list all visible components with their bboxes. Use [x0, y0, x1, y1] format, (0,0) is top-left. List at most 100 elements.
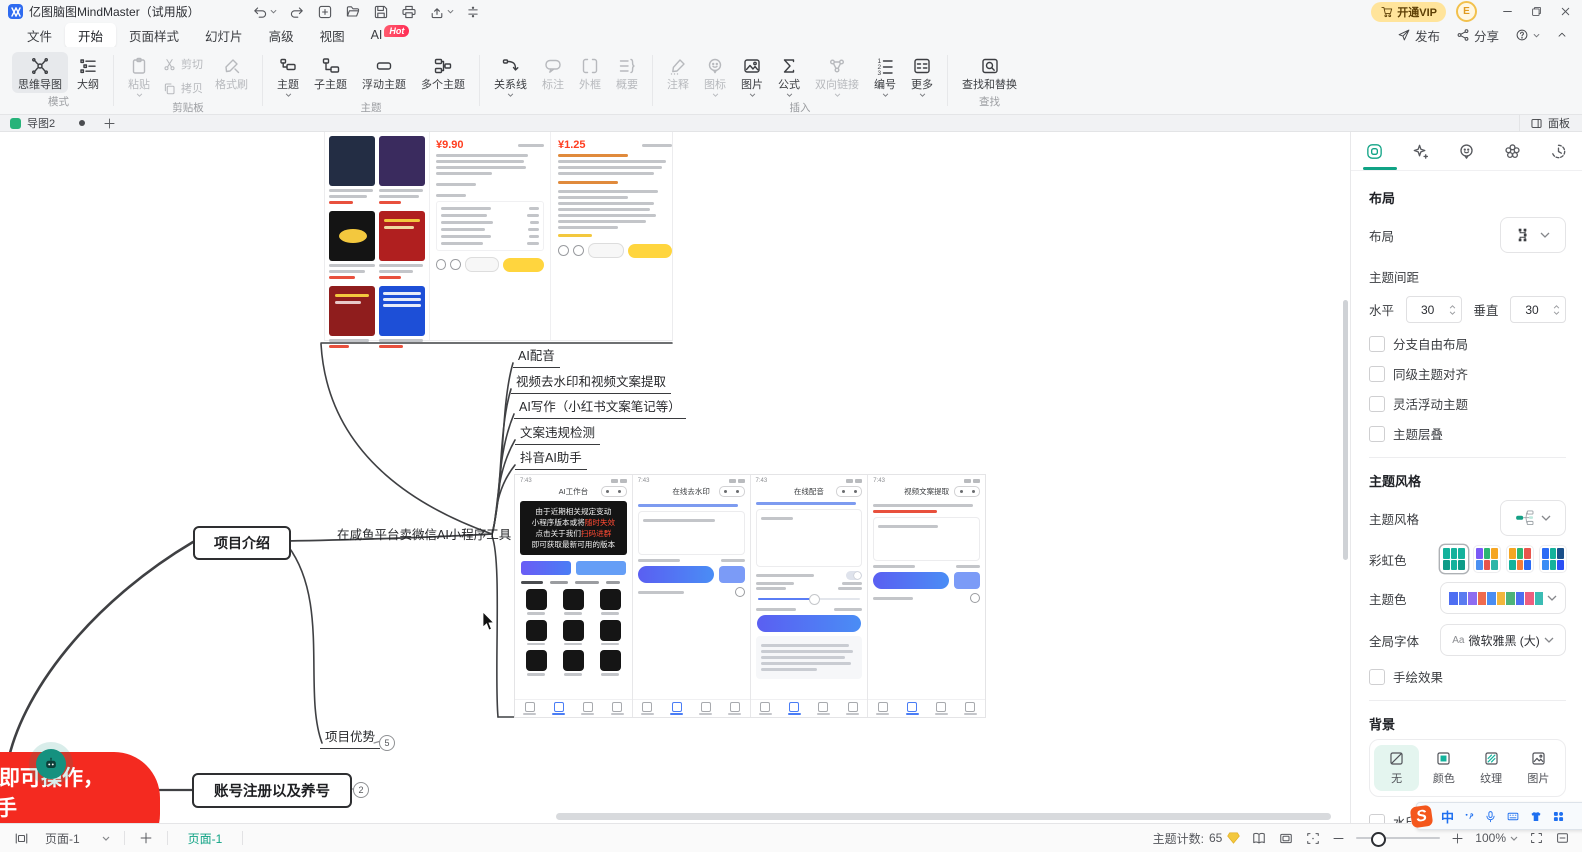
subtopic-douyin-assistant[interactable]: 抖音AI助手	[515, 447, 587, 470]
panel-tab-layout[interactable]	[1357, 142, 1391, 161]
summary-button[interactable]: 概要	[610, 52, 644, 93]
global-font-dropdown[interactable]: Aa 微软雅黑 (大)	[1440, 624, 1566, 656]
zoom-slider-knob[interactable]	[1371, 832, 1386, 847]
checkbox-flexible-floating-topic[interactable]: 灵活浮动主题	[1369, 394, 1566, 413]
format-painter-button[interactable]: 格式刷	[209, 52, 254, 93]
publish-button[interactable]: 发布	[1397, 26, 1440, 45]
subtopic-ai-writing[interactable]: AI写作（小红书文案笔记等）	[514, 396, 686, 419]
sogou-logo-icon[interactable]: S	[1410, 804, 1434, 828]
document-tab[interactable]: 导图2	[0, 115, 65, 131]
panel-tab-history[interactable]	[1542, 142, 1576, 161]
topic-sell-on-xianyu[interactable]: 在咸鱼平台卖微信AI小程序工具	[337, 524, 511, 543]
share-button[interactable]: 分享	[1456, 26, 1499, 45]
print-button[interactable]	[401, 4, 417, 20]
topic-account-registration[interactable]: 账号注册以及养号	[192, 773, 352, 808]
listing-screenshots-node[interactable]: ¥9.90 ¥1.25	[325, 132, 672, 340]
ime-microphone-button[interactable]	[1484, 810, 1497, 823]
menu-tab-page-style[interactable]: 页面样式	[116, 23, 192, 48]
background-color-option[interactable]: 颜色	[1421, 745, 1466, 791]
topic-button[interactable]: 主题	[271, 52, 305, 99]
panel-tab-theme[interactable]	[1496, 142, 1530, 161]
vertical-spacing-stepper[interactable]: 30	[1510, 296, 1566, 323]
marker-icon-button[interactable]: 图标	[698, 52, 732, 99]
menu-tab-view[interactable]: 视图	[307, 23, 358, 48]
numbering-button[interactable]: 123 编号	[868, 52, 902, 99]
horizontal-scrollbar[interactable]	[556, 813, 1331, 820]
multiple-topics-button[interactable]: 多个主题	[415, 52, 471, 93]
zoom-in-button[interactable]	[1451, 832, 1464, 845]
rainbow-swatch-multi-2[interactable]	[1507, 546, 1533, 572]
formula-button[interactable]: 公式	[772, 52, 806, 99]
horizontal-spacing-stepper[interactable]: 30	[1406, 296, 1462, 323]
zoom-slider[interactable]	[1356, 837, 1440, 839]
copy-button[interactable]: 拷贝	[159, 79, 206, 97]
window-restore-button[interactable]	[1530, 5, 1543, 18]
add-page-button[interactable]	[131, 831, 161, 845]
new-document-tab-button[interactable]	[103, 117, 116, 130]
export-button[interactable]	[429, 4, 454, 20]
callout-button[interactable]: 标注	[536, 52, 570, 93]
collapsed-count-badge[interactable]: 5	[379, 735, 395, 751]
pages-view-button[interactable]	[1251, 831, 1267, 846]
background-image-option[interactable]: 图片	[1516, 745, 1561, 791]
user-avatar[interactable]: E	[1456, 1, 1477, 22]
background-none-option[interactable]: 无	[1374, 745, 1419, 791]
window-close-button[interactable]	[1559, 5, 1572, 18]
save-button[interactable]	[373, 4, 389, 20]
ime-language-mode[interactable]: 中	[1441, 807, 1454, 826]
subtopic-button[interactable]: 子主题	[308, 52, 353, 93]
subtopic-compliance-check[interactable]: 文案违规检测	[515, 422, 600, 445]
redo-button[interactable]	[289, 4, 305, 20]
ime-skin-button[interactable]	[1529, 810, 1543, 823]
rainbow-swatch-mono[interactable]	[1441, 546, 1467, 572]
mindmap-canvas[interactable]: ¥9.90 ¥1.25 AI配音 视频去水印和	[0, 132, 1350, 824]
layout-dropdown[interactable]	[1500, 217, 1566, 253]
menu-tab-home[interactable]: 开始	[65, 23, 116, 48]
collapse-ribbon-button[interactable]	[1556, 29, 1568, 41]
more-insert-button[interactable]: 更多	[905, 52, 939, 99]
panel-tab-sticker[interactable]	[1449, 142, 1483, 161]
window-minimize-button[interactable]	[1501, 5, 1514, 18]
cut-button[interactable]: 剪切	[159, 55, 206, 73]
page-panel-toggle-button[interactable]	[6, 831, 37, 846]
insert-image-button[interactable]: 图片	[735, 52, 769, 99]
boundary-button[interactable]: 外框	[573, 52, 607, 93]
menu-tab-slides[interactable]: 幻灯片	[192, 23, 256, 48]
checkbox-sibling-alignment[interactable]: 同级主题对齐	[1369, 364, 1566, 383]
checkbox-topic-overlap[interactable]: 主题层叠	[1369, 424, 1566, 443]
phone-screenshots-node[interactable]: 7:43 AI工作台 由于近期相关规定变动 小程序版本或将随时失效 点击关于我们…	[515, 475, 985, 717]
topic-project-advantage[interactable]: 项目优势	[320, 726, 380, 749]
slide-preview-button[interactable]	[1278, 831, 1294, 846]
page-tab-active[interactable]: 页面-1	[174, 830, 237, 847]
ime-punctuation-button[interactable]	[1463, 810, 1475, 822]
background-texture-option[interactable]: 纹理	[1469, 745, 1514, 791]
checkbox-hand-drawn[interactable]: 手绘效果	[1369, 667, 1566, 686]
ai-assistant-button[interactable]	[36, 749, 66, 779]
panel-toggle-button[interactable]: 面板	[1519, 115, 1582, 131]
floating-topic-button[interactable]: 浮动主题	[356, 52, 412, 93]
rainbow-swatch-blue[interactable]	[1540, 546, 1566, 572]
ime-keyboard-button[interactable]	[1506, 810, 1520, 823]
find-replace-button[interactable]: 查找和替换	[956, 52, 1023, 93]
note-button[interactable]: 注释	[661, 52, 695, 93]
bidirectional-link-button[interactable]: 双向链接	[809, 52, 865, 99]
theme-style-dropdown[interactable]	[1500, 500, 1566, 536]
subtopic-watermark-removal[interactable]: 视频去水印和视频文案提取	[511, 371, 671, 394]
menu-tab-ai[interactable]: AIHot	[358, 25, 423, 45]
help-button[interactable]	[1515, 28, 1540, 42]
collapse-statusbar-button[interactable]	[1555, 831, 1570, 845]
theme-color-dropdown[interactable]	[1440, 582, 1566, 614]
menu-tab-advanced[interactable]: 高级	[256, 23, 307, 48]
zoom-out-button[interactable]	[1332, 832, 1345, 845]
undo-button[interactable]	[252, 4, 277, 20]
relationship-line-button[interactable]: 关系线	[488, 52, 533, 99]
rainbow-swatch-multi-1[interactable]	[1474, 546, 1500, 572]
subtopic-ai-dubbing[interactable]: AI配音	[513, 345, 560, 368]
customize-quick-access-button[interactable]	[466, 5, 480, 19]
checkbox-free-branch-layout[interactable]: 分支自由布局	[1369, 334, 1566, 353]
collapsed-count-badge[interactable]: 2	[353, 782, 369, 798]
vertical-scrollbar[interactable]	[1343, 300, 1348, 560]
ime-toolbox-button[interactable]	[1552, 810, 1565, 823]
menu-tab-file[interactable]: 文件	[14, 23, 65, 48]
central-topic[interactable]: 机即可操作， 手	[0, 752, 160, 824]
